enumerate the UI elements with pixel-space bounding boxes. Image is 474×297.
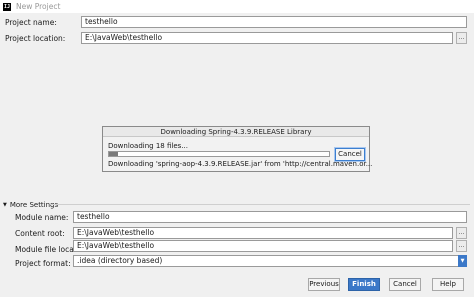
project-location-input[interactable]: E:\JavaWeb\testhello [81,32,453,44]
project-format-label: Project format: [15,259,71,268]
title-bar: IJ New Project [0,0,474,13]
download-progress-dialog: Downloading Spring-4.3.9.RELEASE Library… [102,126,373,172]
content-root-label: Content root: [15,229,65,238]
previous-button[interactable]: Previous [308,278,340,291]
more-settings-toggle[interactable]: ▼ More Settings [3,201,58,209]
project-location-label: Project location: [5,34,66,43]
module-file-location-input[interactable]: E:\JavaWeb\testhello [73,240,453,252]
finish-button[interactable]: Finish [348,278,380,291]
more-settings-divider [50,204,470,205]
project-location-browse-button[interactable]: ... [456,32,467,44]
download-detail-text: Downloading 'spring-aop-4.3.9.RELEASE.ja… [108,160,373,168]
download-progress-bar [108,151,330,157]
module-file-location-browse-button[interactable]: ... [456,240,467,252]
window-title: New Project [16,2,61,11]
module-name-label: Module name: [15,213,69,222]
collapse-triangle-icon: ▼ [3,202,7,208]
intellij-icon: IJ [3,2,11,11]
dropdown-arrow-icon[interactable]: ▼ [458,255,467,267]
download-dialog-title: Downloading Spring-4.3.9.RELEASE Library [103,127,369,137]
download-status-text: Downloading 18 files... [108,142,188,150]
content-root-input[interactable]: E:\JavaWeb\testhello [73,227,453,239]
project-format-select[interactable]: .idea (directory based) ▼ [73,255,467,267]
module-name-input[interactable]: testhello [73,211,467,223]
download-cancel-button[interactable]: Cancel [335,148,365,161]
more-settings-label: More Settings [9,201,59,209]
download-progress-fill [109,152,118,156]
project-name-input[interactable]: testhello [81,16,467,28]
project-format-value: .idea (directory based) [77,256,163,265]
project-name-label: Project name: [5,18,57,27]
cancel-button[interactable]: Cancel [389,278,421,291]
help-button[interactable]: Help [432,278,464,291]
content-root-browse-button[interactable]: ... [456,227,467,239]
